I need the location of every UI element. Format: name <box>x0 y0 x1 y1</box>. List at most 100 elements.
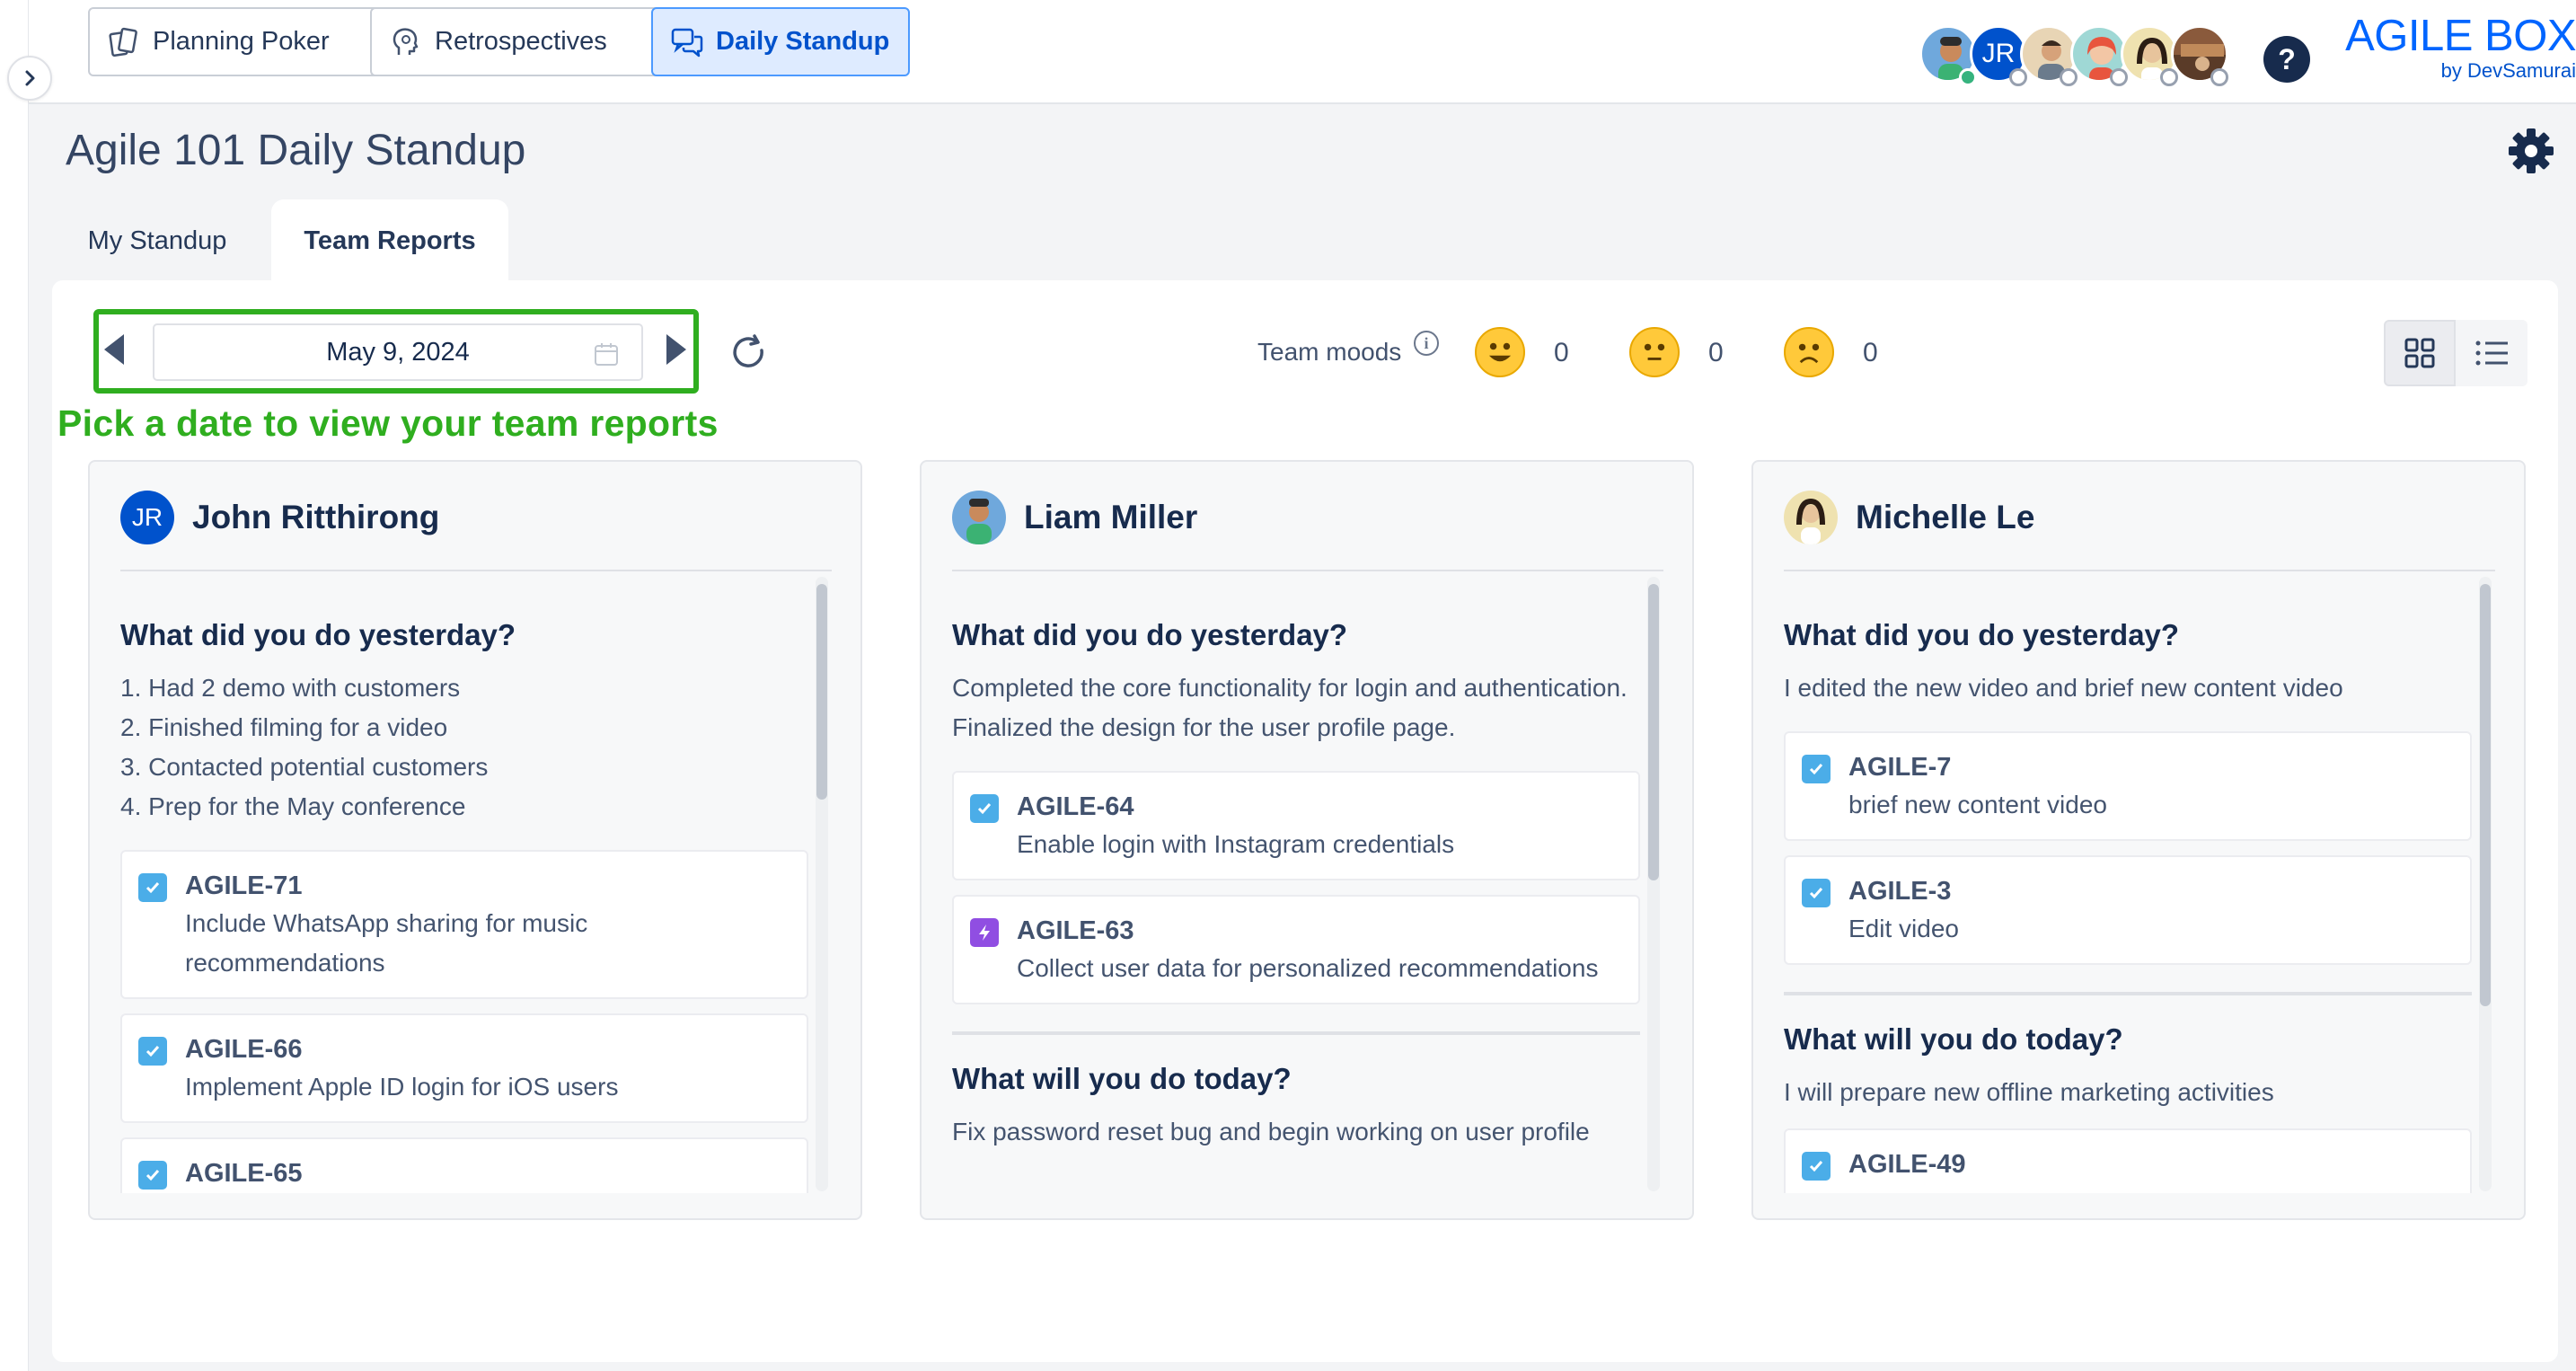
epic-lightning-icon <box>970 918 999 947</box>
top-header: Planning Poker Retrospectives Daily Stan… <box>29 0 2576 104</box>
member-name: Liam Miller <box>1024 499 1198 535</box>
scrollbar[interactable] <box>1647 577 1660 1191</box>
story-checkbox-icon <box>138 1037 167 1066</box>
help-icon: ? <box>2278 42 2296 75</box>
grid-view-button[interactable] <box>2384 320 2456 386</box>
member-name: John Ritthirong <box>192 499 440 535</box>
report-card: Liam Miller What did you do yesterday? C… <box>920 460 1694 1220</box>
answer-line: 3. Contacted potential customers <box>120 753 489 781</box>
scrollbar[interactable] <box>816 577 828 1191</box>
avatar <box>952 491 1006 544</box>
next-day-arrow-icon[interactable] <box>666 334 686 365</box>
card-header: Michelle Le <box>1784 489 2034 546</box>
gear-icon[interactable] <box>2506 126 2556 176</box>
issue-key: AGILE-49 <box>1848 1150 1966 1179</box>
issue-key: AGILE-65 <box>185 1159 303 1188</box>
mood-count-neutral: 0 <box>1708 338 1724 367</box>
scrollbar-thumb[interactable] <box>2480 584 2491 1006</box>
tab-team-reports[interactable]: Team Reports <box>271 199 508 282</box>
mood-count-happy: 0 <box>1554 338 1569 367</box>
online-status-dot <box>1959 68 1977 86</box>
issue-item[interactable]: AGILE-64 Enable login with Instagram cre… <box>952 771 1640 880</box>
divider <box>120 570 832 571</box>
question-yesterday: What did you do yesterday? <box>120 618 516 651</box>
date-input[interactable]: May 9, 2024 <box>153 323 643 381</box>
question-today: What will you do today? <box>1784 1022 2123 1056</box>
team-moods-label: Team moods <box>1257 338 1402 366</box>
issue-key: AGILE-64 <box>1017 792 1134 821</box>
neutral-face-icon <box>1629 327 1680 377</box>
question-today: What will you do today? <box>952 1062 1292 1095</box>
scrollbar-thumb[interactable] <box>816 584 827 800</box>
story-checkbox-icon <box>1802 755 1831 783</box>
offline-status-dot <box>2060 68 2078 86</box>
nav-planning-poker[interactable]: Planning Poker <box>88 7 383 76</box>
issue-summary: Implement Apple ID login for iOS users <box>185 1073 619 1101</box>
answer-line: 1. Had 2 demo with customers <box>120 674 461 702</box>
divider <box>952 570 1663 571</box>
list-icon <box>2475 341 2508 366</box>
section-divider <box>952 1031 1640 1035</box>
card-body: What did you do yesterday? 1. Had 2 demo… <box>120 573 808 1193</box>
date-value: May 9, 2024 <box>326 338 470 367</box>
calendar-icon <box>595 343 618 366</box>
issue-item[interactable]: AGILE-3 Edit video <box>1784 855 2472 965</box>
sidebar-expand-button[interactable] <box>7 56 52 101</box>
nav-retrospectives-label: Retrospectives <box>435 27 607 56</box>
brand-title: AGILE BOX <box>2345 12 2576 60</box>
card-header: JR John Ritthirong <box>120 489 439 546</box>
frowning-face-icon <box>1784 327 1834 377</box>
answer-line: I edited the new video and brief new con… <box>1784 674 2343 702</box>
page-title: Agile 101 Daily Standup <box>66 127 526 174</box>
scrollbar[interactable] <box>2479 577 2492 1191</box>
date-hint-annotation: Pick a date to view your team reports <box>57 402 719 444</box>
section-divider <box>1784 992 2472 995</box>
answer-yesterday: Completed the core functionality for log… <box>952 668 1640 747</box>
nav-daily-standup[interactable]: Daily Standup <box>651 7 910 76</box>
offline-status-dot <box>2210 68 2228 86</box>
info-icon[interactable]: i <box>1414 331 1439 356</box>
brand-subtitle: by DevSamurai <box>2440 59 2576 82</box>
issue-item[interactable]: AGILE-7 brief new content video <box>1784 731 2472 841</box>
refresh-icon[interactable] <box>728 331 771 374</box>
offline-status-dot <box>2009 68 2027 86</box>
answer-line: Finalized the design for the user profil… <box>952 713 1456 741</box>
sidebar-rail <box>0 0 29 1371</box>
nav-retrospectives[interactable]: Retrospectives <box>370 7 662 76</box>
issue-item[interactable]: AGILE-71 Include WhatsApp sharing for mu… <box>120 850 808 999</box>
avatar-initials: JR <box>131 503 163 531</box>
issue-item[interactable]: AGILE-63 Collect user data for personali… <box>952 895 1640 1004</box>
issue-item[interactable]: AGILE-66 Implement Apple ID login for iO… <box>120 1013 808 1123</box>
smiling-face-icon <box>1475 327 1525 377</box>
story-checkbox-icon <box>970 794 999 823</box>
issue-summary: Collect user data for personalized recom… <box>1017 954 1599 982</box>
tab-my-standup[interactable]: My Standup <box>58 199 256 282</box>
head-icon <box>393 27 419 55</box>
issue-summary: brief new content video <box>1848 791 2107 818</box>
scrollbar-thumb[interactable] <box>1648 584 1659 880</box>
answer-today: I will prepare new offline marketing act… <box>1784 1078 2274 1106</box>
answer-yesterday: I edited the new video and brief new con… <box>1784 668 2472 708</box>
issue-item[interactable]: AGILE-49 <box>1784 1128 2472 1193</box>
offline-status-dot <box>2160 68 2178 86</box>
avatar-initials: JR <box>1981 39 2016 68</box>
answer-line: Completed the core functionality for log… <box>952 674 1628 702</box>
story-checkbox-icon <box>1802 1152 1831 1181</box>
cards-icon <box>109 27 137 57</box>
nav-planning-poker-label: Planning Poker <box>153 27 330 56</box>
avatar <box>1784 491 1838 544</box>
issue-key: AGILE-71 <box>185 871 303 900</box>
issue-key: AGILE-7 <box>1848 753 1952 782</box>
avatar: JR <box>120 491 174 544</box>
view-toggle <box>2384 320 2527 386</box>
offline-status-dot <box>2110 68 2128 86</box>
card-body: What did you do yesterday? I edited the … <box>1784 573 2472 1193</box>
issue-summary: Include WhatsApp sharing for music recom… <box>185 909 588 977</box>
grid-icon <box>2404 338 2435 368</box>
issue-item[interactable]: AGILE-65 <box>120 1137 808 1193</box>
divider <box>1784 570 2495 571</box>
help-button[interactable]: ? <box>2263 36 2310 83</box>
previous-day-arrow-icon[interactable] <box>104 334 124 365</box>
issue-summary: Enable login with Instagram credentials <box>1017 830 1455 858</box>
list-view-button[interactable] <box>2456 320 2527 386</box>
